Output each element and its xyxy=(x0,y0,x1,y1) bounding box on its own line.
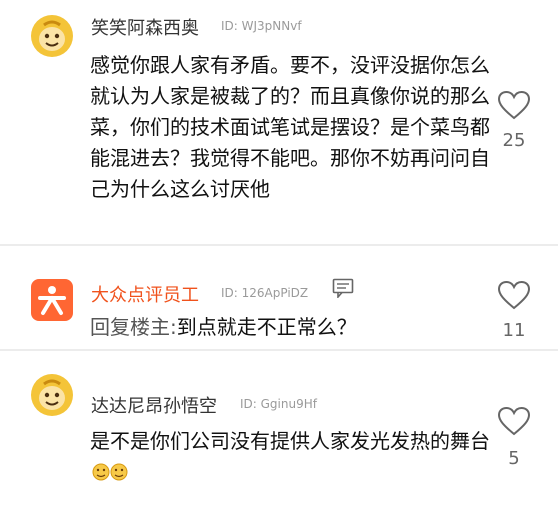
comment-item: 笑笑阿森西奥 ID: WJ3pNNvf 感觉你跟人家有矛盾。要不，没评没据你怎么… xyxy=(0,0,558,245)
dianping-logo-icon[interactable] xyxy=(31,279,73,321)
comment-item: 大众点评员工 ID: 126ApPiDZ 回复楼主:到点就走不正常么？ 11 xyxy=(0,246,558,350)
heart-icon[interactable] xyxy=(497,406,531,436)
user-id: ID: WJ3pNNvf xyxy=(221,19,302,33)
reply-prefix[interactable]: 回复楼主: xyxy=(90,315,177,339)
heart-icon[interactable] xyxy=(497,90,531,120)
user-id: ID: Gginu9Hf xyxy=(240,397,317,411)
emoji-icon xyxy=(92,460,128,491)
comment-text: 回复楼主:到点就走不正常么？ xyxy=(90,312,490,343)
comment-text: 感觉你跟人家有矛盾。要不，没评没据你怎么就认为人家是被裁了的？而且真像你说的那么… xyxy=(90,53,490,201)
user-id: ID: 126ApPiDZ xyxy=(221,286,309,300)
message-icon[interactable] xyxy=(332,278,354,298)
like-count: 25 xyxy=(502,130,526,151)
comment-text: 是不是你们公司没有提供人家发光发热的舞台 xyxy=(90,426,490,491)
comment-item: 达达尼昂孙悟空 ID: Gginu9Hf 是不是你们公司没有提供人家发光发热的舞… xyxy=(0,350,558,509)
heart-icon[interactable] xyxy=(497,280,531,310)
username[interactable]: 笑笑阿森西奥 xyxy=(91,14,199,40)
reply-text: 到点就走不正常么？ xyxy=(176,315,357,339)
like-count: 5 xyxy=(508,448,520,469)
like-count: 11 xyxy=(502,320,526,341)
monkey-avatar-icon[interactable] xyxy=(31,15,73,57)
monkey-avatar-icon[interactable] xyxy=(31,374,73,416)
username[interactable]: 达达尼昂孙悟空 xyxy=(91,392,217,418)
comment-body: 是不是你们公司没有提供人家发光发热的舞台 xyxy=(90,429,490,453)
username[interactable]: 大众点评员工 xyxy=(91,281,199,307)
